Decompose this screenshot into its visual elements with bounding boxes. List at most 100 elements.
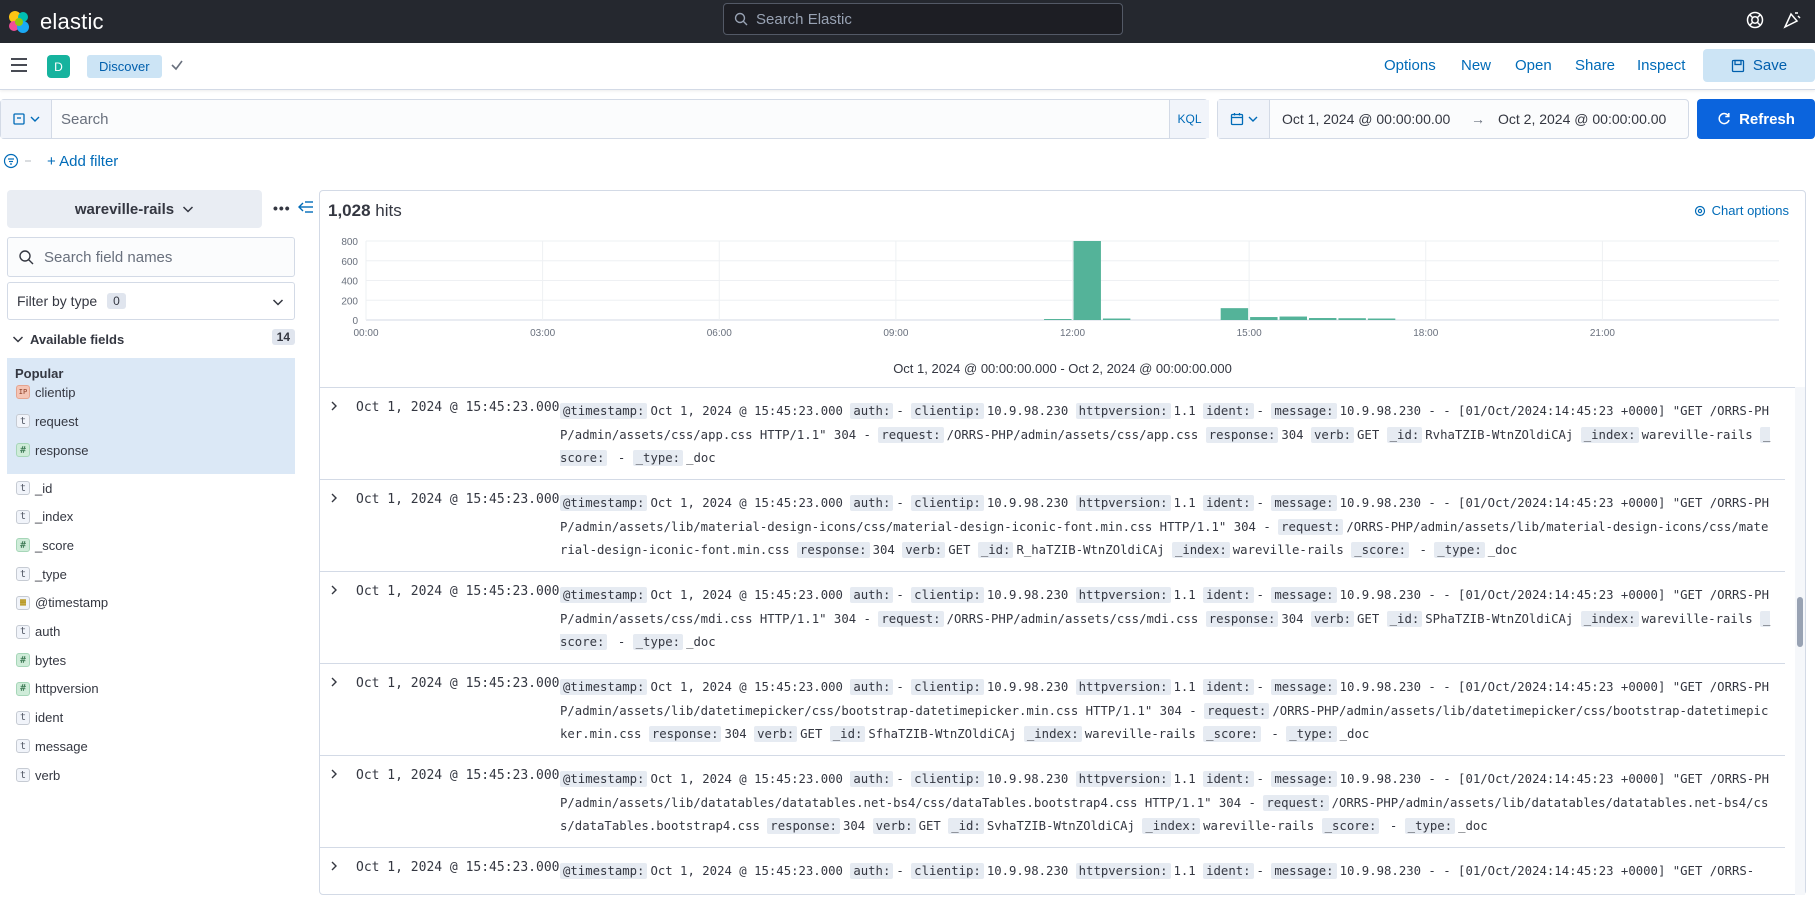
scrollbar[interactable] xyxy=(1795,387,1805,895)
table-row[interactable]: Oct 1, 2024 @ 15:45:23.000 @timestamp: Oct… xyxy=(320,756,1785,848)
field-key: clientip: xyxy=(911,587,984,603)
field-value: GET xyxy=(1357,427,1387,442)
options-link[interactable]: Options xyxy=(1384,57,1436,74)
histogram-bar[interactable] xyxy=(1102,318,1131,320)
expand-row-icon[interactable] xyxy=(328,400,340,412)
field-key: @timestamp: xyxy=(560,587,648,603)
date-start[interactable]: Oct 1, 2024 @ 00:00:00.00 xyxy=(1282,111,1450,127)
field-value: 304 xyxy=(1281,611,1311,626)
date-end[interactable]: Oct 2, 2024 @ 00:00:00.00 xyxy=(1498,111,1666,127)
field-value: - xyxy=(896,404,912,418)
field-item-message[interactable]: t message xyxy=(16,736,88,756)
global-search-input[interactable]: Search Elastic xyxy=(723,3,1123,35)
field-item-index[interactable]: t _index xyxy=(16,507,73,527)
field-search-input[interactable]: Search field names xyxy=(7,237,295,277)
inspect-link[interactable]: Inspect xyxy=(1637,57,1685,74)
query-language-button[interactable]: KQL xyxy=(1169,100,1209,138)
field-key: verb: xyxy=(872,818,916,834)
open-link[interactable]: Open xyxy=(1515,57,1552,74)
field-value: RvhaTZIB-WtnZOldiCAj xyxy=(1425,427,1581,442)
table-row[interactable]: Oct 1, 2024 @ 15:45:23.000 @timestamp: Oct… xyxy=(320,664,1785,756)
y-tick-label: 200 xyxy=(341,296,358,307)
expand-row-icon[interactable] xyxy=(328,676,340,688)
popular-title: Popular xyxy=(15,366,64,381)
field-item-ident[interactable]: t ident xyxy=(16,708,63,728)
field-item-response[interactable]: # response xyxy=(16,440,88,460)
new-link[interactable]: New xyxy=(1461,57,1491,74)
field-item-httpversion[interactable]: # httpversion xyxy=(16,679,99,699)
save-button[interactable]: Save xyxy=(1703,49,1815,82)
histogram-bar[interactable] xyxy=(1250,317,1278,320)
menu-icon[interactable] xyxy=(10,56,28,74)
chevron-down-icon xyxy=(272,299,284,306)
field-key: ident: xyxy=(1203,587,1254,603)
expand-row-icon[interactable] xyxy=(328,584,340,596)
space-avatar[interactable]: D xyxy=(47,55,70,78)
query-input[interactable]: Search xyxy=(61,111,109,128)
expand-row-icon[interactable] xyxy=(328,492,340,504)
collapse-sidebar-icon[interactable] xyxy=(298,200,314,214)
expand-row-icon[interactable] xyxy=(328,768,340,780)
string-type-icon: t xyxy=(16,567,30,582)
table-row[interactable]: Oct 1, 2024 @ 15:45:23.000 @timestamp: Oct… xyxy=(320,480,1785,572)
histogram-chart[interactable]: 0 200 400 600 800 00:00 03:00 06:00 09:00 12:00 15… xyxy=(320,231,1805,361)
row-timestamp: Oct 1, 2024 @ 15:45:23.000 xyxy=(356,768,560,783)
histogram-bar[interactable] xyxy=(1367,318,1396,320)
saved-query-button[interactable] xyxy=(1,100,52,138)
field-value: - xyxy=(896,772,912,786)
field-key: httpversion: xyxy=(1075,403,1171,419)
share-link[interactable]: Share xyxy=(1575,57,1615,74)
table-row[interactable]: Oct 1, 2024 @ 15:45:23.000 @timestamp: Oct… xyxy=(320,848,1785,895)
quick-date-button[interactable] xyxy=(1218,100,1270,138)
elastic-logo[interactable]: elastic xyxy=(6,9,104,35)
field-value: - xyxy=(896,680,912,694)
expand-row-icon[interactable] xyxy=(328,860,340,872)
field-item-auth[interactable]: t auth xyxy=(16,622,60,642)
index-pattern-name: wareville-rails xyxy=(74,200,175,218)
available-fields-toggle[interactable]: Available fields 14 xyxy=(7,328,295,350)
field-value: _doc xyxy=(1487,543,1518,557)
histogram-bar[interactable] xyxy=(1309,318,1337,320)
calendar-type-icon: ▦ xyxy=(16,595,30,610)
field-value: SvhaTZIB-WtnZOldiCAj xyxy=(986,819,1143,833)
row-timestamp: Oct 1, 2024 @ 15:45:23.000 xyxy=(356,584,560,599)
histogram-bar[interactable] xyxy=(1073,241,1101,320)
index-pattern-selector[interactable]: wareville-rails xyxy=(7,190,262,228)
field-value: 1.1 xyxy=(1173,680,1204,694)
field-value: wareville-rails xyxy=(1084,727,1204,741)
chart-options-button[interactable]: Chart options xyxy=(1694,203,1789,218)
number-type-icon: # xyxy=(16,653,30,668)
field-item-type[interactable]: t _type xyxy=(16,564,67,584)
breadcrumb-discover[interactable]: Discover xyxy=(87,55,162,78)
histogram-bar[interactable] xyxy=(1279,316,1307,320)
add-filter-button[interactable]: + Add filter xyxy=(47,153,118,170)
histogram-bar[interactable] xyxy=(1220,308,1249,320)
more-options-icon[interactable]: ••• xyxy=(273,200,291,216)
histogram-bar[interactable] xyxy=(1044,319,1072,320)
field-item-bytes[interactable]: # bytes xyxy=(16,650,66,670)
field-value: - xyxy=(896,864,912,878)
row-document-source: @timestamp: Oct 1, 2024 @ 15:45:23.000 au… xyxy=(560,676,1775,747)
scroll-thumb[interactable] xyxy=(1797,597,1803,647)
field-item-clientip[interactable]: IP clientip xyxy=(16,382,75,402)
table-row[interactable]: Oct 1, 2024 @ 15:45:23.000 @timestamp: Oct… xyxy=(320,388,1785,480)
newsfeed-icon[interactable] xyxy=(1782,10,1802,30)
field-item-timestamp[interactable]: ▦ @timestamp xyxy=(16,593,108,613)
field-key: _type: xyxy=(1404,818,1456,834)
histogram-bar[interactable] xyxy=(1338,318,1366,320)
field-item-verb[interactable]: t verb xyxy=(16,765,60,785)
table-row[interactable]: Oct 1, 2024 @ 15:45:23.000 @timestamp: Oct… xyxy=(320,572,1785,664)
calendar-icon xyxy=(1230,113,1243,126)
help-icon[interactable] xyxy=(1745,10,1765,30)
field-item-id[interactable]: t _id xyxy=(16,478,52,498)
field-value: 1.1 xyxy=(1173,588,1204,602)
refresh-button[interactable]: Refresh xyxy=(1697,99,1815,139)
field-key: message: xyxy=(1271,863,1337,879)
filter-by-type-button[interactable]: Filter by type 0 xyxy=(7,282,295,320)
field-item-request[interactable]: t request xyxy=(16,411,78,431)
field-item-score[interactable]: # _score xyxy=(16,535,74,555)
field-value: 1.1 xyxy=(1173,864,1204,878)
field-key: _id: xyxy=(948,818,984,834)
filter-options-icon[interactable] xyxy=(3,152,33,170)
field-value: 1.1 xyxy=(1173,772,1204,786)
